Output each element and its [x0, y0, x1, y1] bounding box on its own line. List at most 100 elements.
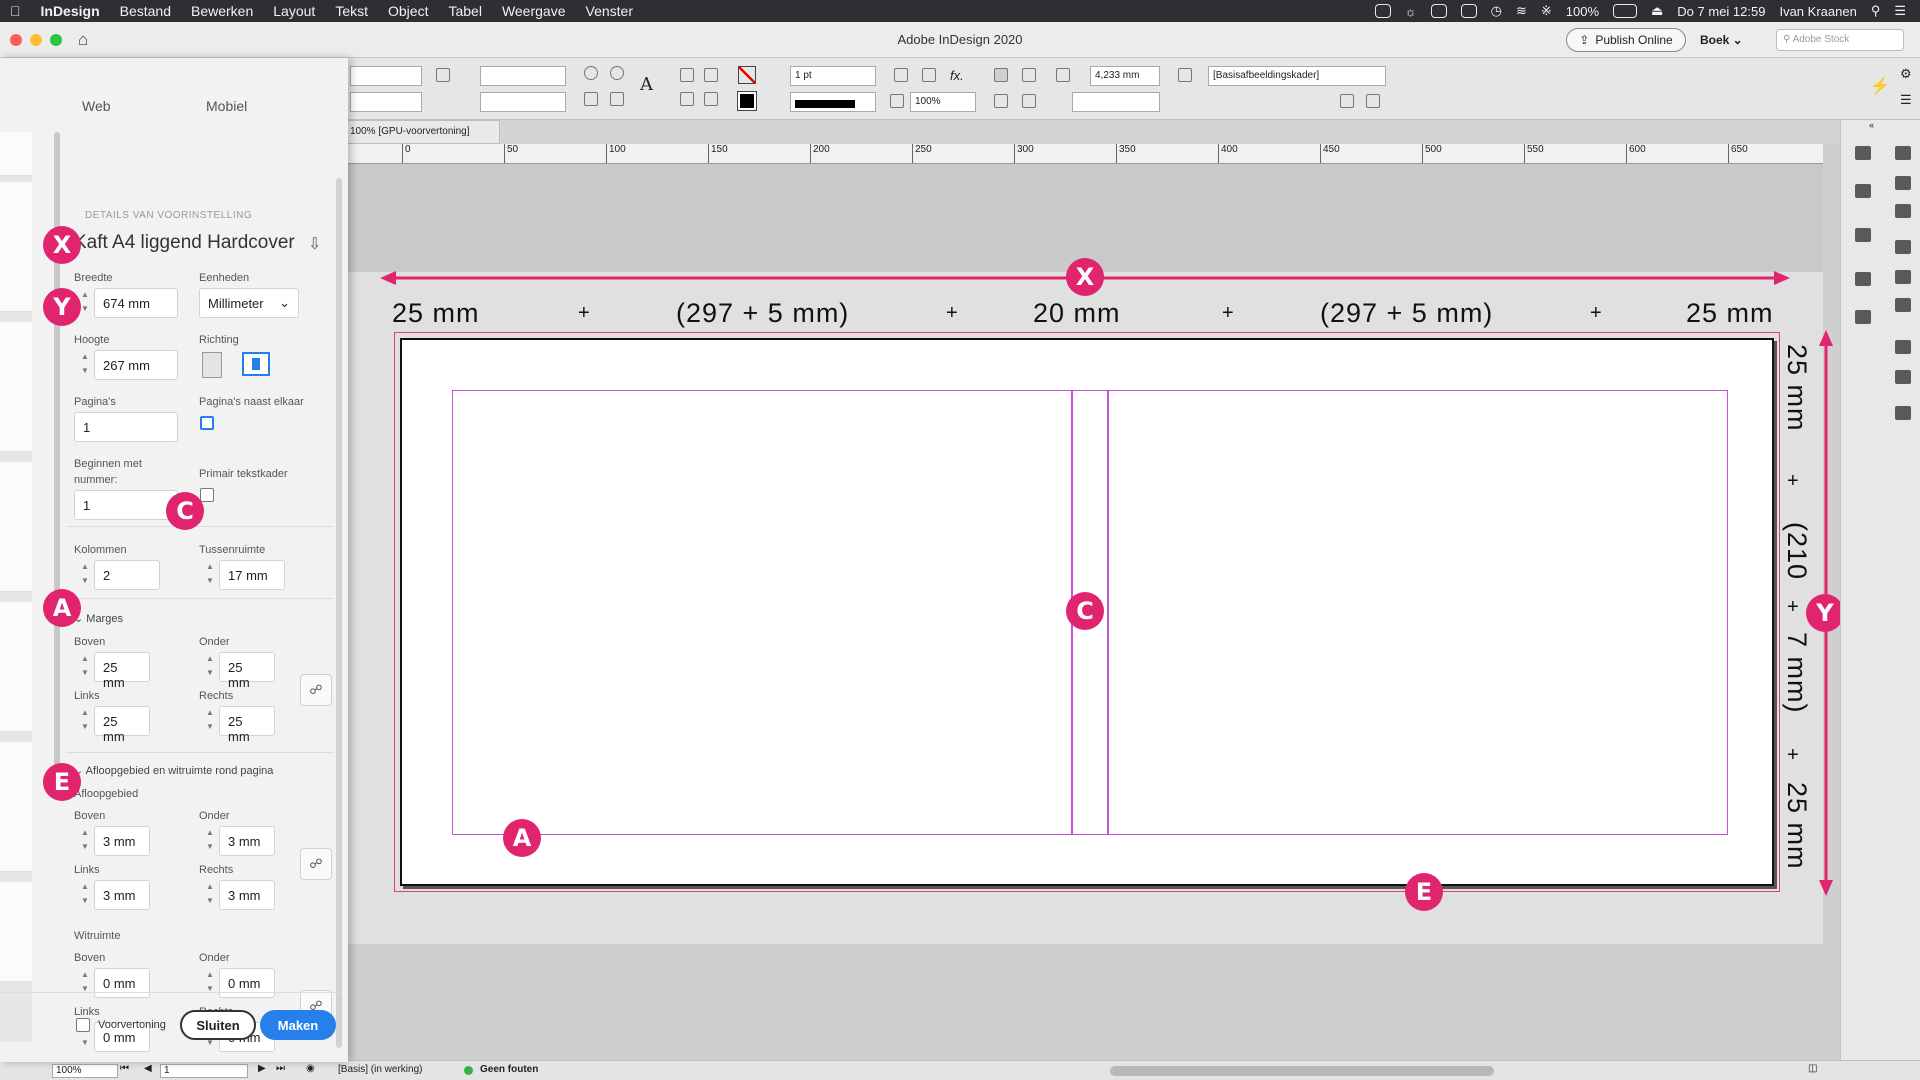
gradient-icon[interactable] — [1895, 298, 1911, 312]
margin-right-field[interactable]: 25 mm — [219, 706, 275, 744]
margin-top-field[interactable]: 25 mm — [94, 652, 150, 690]
document-tab[interactable]: 100% [GPU-voorvertoning] — [345, 120, 500, 144]
bleed-left-stepper[interactable]: ▲ ▼ — [78, 880, 92, 910]
select-previous-icon[interactable] — [704, 68, 718, 82]
primary-text-frame-checkbox[interactable] — [200, 488, 214, 502]
last-page-button[interactable]: ⏭ — [276, 1063, 285, 1074]
creative-cloud-icon[interactable] — [1374, 4, 1391, 18]
spotlight-search-icon[interactable]: ⚲ — [1871, 3, 1881, 19]
links-icon[interactable] — [1895, 204, 1911, 218]
select-content-icon[interactable] — [680, 92, 694, 106]
menu-object[interactable]: Object — [378, 3, 438, 19]
opacity-field[interactable]: 100% — [910, 92, 976, 112]
menu-bewerken[interactable]: Bewerken — [181, 3, 263, 19]
master-status[interactable]: [Basis] (in werking) — [338, 1064, 422, 1075]
clock-icon[interactable]: ◷ — [1491, 3, 1502, 19]
next-page-button[interactable]: ▶ — [258, 1063, 266, 1074]
quick-apply-icon[interactable]: ⚡ — [1870, 76, 1890, 96]
preset-name[interactable]: Kaft A4 liggend Hardcover — [74, 232, 295, 254]
menu-app[interactable]: InDesign — [31, 3, 110, 19]
columns-field[interactable]: 2 — [94, 560, 160, 590]
gutter-icon[interactable] — [1056, 68, 1070, 82]
wifi-icon[interactable]: ≋ — [1516, 3, 1527, 19]
landscape-button[interactable] — [242, 352, 270, 376]
preset-thumbnail[interactable] — [0, 882, 32, 982]
height-field[interactable]: 267 mm — [94, 350, 178, 380]
bleed-top-stepper[interactable]: ▲ ▼ — [78, 826, 92, 856]
save-preset-icon[interactable]: ⇩ — [308, 234, 321, 254]
workspace-switcher[interactable]: Boek ⌄ — [1700, 33, 1743, 47]
stroke-swatch[interactable] — [737, 91, 757, 111]
preset-thumbnail[interactable] — [0, 182, 32, 312]
effects-icon[interactable]: fx. — [950, 68, 964, 83]
facing-pages-checkbox[interactable] — [200, 416, 214, 430]
preset-thumbnail[interactable] — [0, 462, 32, 592]
collapse-dock-icon[interactable]: « — [1869, 120, 1874, 130]
column-field[interactable] — [1072, 92, 1160, 112]
margin-left-field[interactable]: 25 mm — [94, 706, 150, 744]
margin-bottom-stepper[interactable]: ▲ ▼ — [203, 652, 217, 682]
text-frame-icon[interactable]: A — [640, 74, 653, 95]
preset-thumbnail[interactable] — [0, 132, 32, 176]
publish-online-button[interactable]: ⇪ Publish Online — [1566, 28, 1686, 52]
menu-tabel[interactable]: Tabel — [438, 3, 491, 19]
zoom-field[interactable]: 100% — [52, 1064, 118, 1078]
height-stepper[interactable]: ▲ ▼ — [78, 350, 92, 380]
battery-icon[interactable] — [1613, 4, 1637, 18]
character-styles-icon[interactable] — [1855, 184, 1871, 198]
control-center-icon[interactable]: ☰ — [1894, 3, 1906, 19]
constrain-proportions-icon[interactable] — [436, 68, 450, 82]
width-field[interactable]: 674 mm — [94, 288, 178, 318]
margin-left-stepper[interactable]: ▲ ▼ — [78, 706, 92, 736]
page-field[interactable]: 1 — [160, 1064, 248, 1078]
margins-section-toggle[interactable]: ⌄ Marges — [74, 612, 123, 625]
menu-tekst[interactable]: Tekst — [325, 3, 378, 19]
margins-link-button[interactable]: ☍ — [300, 674, 332, 706]
bleed-right-field[interactable]: 3 mm — [219, 880, 275, 910]
text-wrap-box-icon[interactable] — [1022, 68, 1036, 82]
menu-weergave[interactable]: Weergave — [492, 3, 576, 19]
shield-icon[interactable] — [1430, 4, 1447, 18]
tab-web[interactable]: Web — [82, 98, 111, 114]
menu-venster[interactable]: Venster — [576, 3, 643, 19]
flip-h-icon[interactable] — [584, 92, 598, 106]
swatches-icon[interactable] — [1895, 270, 1911, 284]
gutter-field[interactable]: 17 mm — [219, 560, 285, 590]
opacity-icon[interactable] — [890, 94, 904, 108]
panel-menu-icon[interactable]: ☰ — [1900, 92, 1912, 108]
y-position-field[interactable] — [350, 92, 422, 112]
fill-swatch[interactable] — [738, 66, 756, 84]
object-style-select[interactable]: [Basisafbeeldingskader] — [1208, 66, 1386, 86]
transform-icon[interactable] — [1895, 406, 1911, 420]
battery-percent[interactable]: 100% — [1566, 4, 1599, 19]
bleed-left-field[interactable]: 3 mm — [94, 880, 150, 910]
text-wrap-none-icon[interactable] — [994, 68, 1008, 82]
text-wrap-icon[interactable] — [1855, 228, 1871, 242]
rotation-field[interactable] — [480, 66, 566, 86]
rotate-cw-icon[interactable] — [584, 66, 598, 80]
first-page-button[interactable]: ⏮ — [120, 1063, 129, 1074]
preset-thumbnail[interactable] — [0, 602, 32, 732]
slug-bottom-stepper[interactable]: ▲ ▼ — [203, 968, 217, 998]
bleed-bottom-stepper[interactable]: ▲ ▼ — [203, 826, 217, 856]
bleed-section-toggle[interactable]: ⌄ Afloopgebied en witruimte rond pagina — [74, 764, 273, 777]
x-position-field[interactable] — [350, 66, 422, 86]
edit-style-icon[interactable] — [1366, 94, 1380, 108]
tab-mobiel[interactable]: Mobiel — [206, 98, 247, 114]
stroke-weight-field[interactable]: 1 pt — [790, 66, 876, 86]
columns-stepper[interactable]: ▲ ▼ — [78, 560, 92, 590]
stroke-icon[interactable] — [1895, 240, 1911, 254]
bluetooth-icon[interactable]: ※ — [1541, 3, 1552, 19]
preview-checkbox[interactable] — [76, 1018, 90, 1032]
drop-shadow-icon[interactable] — [922, 68, 936, 82]
horizontal-scrollbar[interactable] — [1110, 1066, 1494, 1076]
bleed-bottom-field[interactable]: 3 mm — [219, 826, 275, 856]
create-button[interactable]: Maken — [260, 1010, 336, 1040]
shear-field[interactable] — [480, 92, 566, 112]
slug-top-field[interactable]: 0 mm — [94, 968, 150, 998]
brightness-icon[interactable]: ☼ — [1405, 4, 1417, 19]
pathfinder-icon[interactable] — [1895, 370, 1911, 384]
bookmarks-icon[interactable] — [1855, 310, 1871, 324]
preflight-icon[interactable]: ◉ — [306, 1063, 315, 1074]
select-next-icon[interactable] — [704, 92, 718, 106]
